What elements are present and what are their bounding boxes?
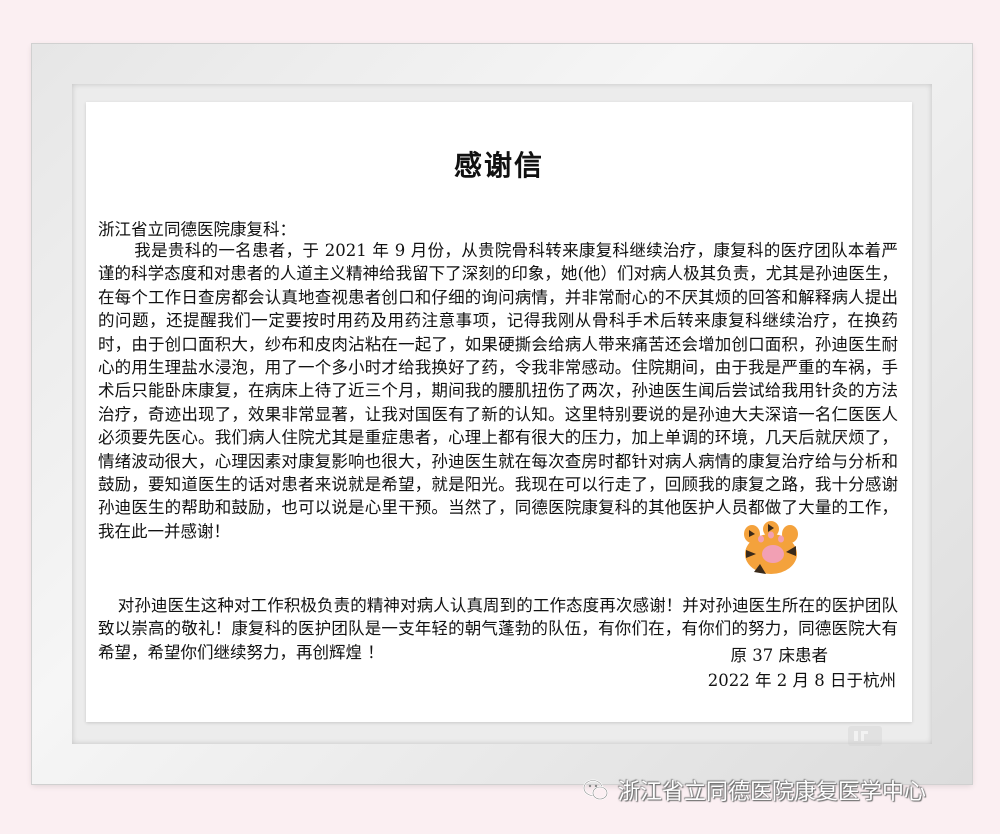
wechat-icon: [583, 779, 608, 800]
thank-you-letter: 感谢信 浙江省立同德医院康复科： 我是贵科的一名患者，于 2021 年 9 月份…: [86, 102, 912, 722]
letter-title: 感谢信: [453, 149, 544, 182]
tiger-paw-icon: [744, 521, 798, 574]
watermark-text: 浙江省立同德医院康复医学中心: [618, 780, 927, 805]
letter-date: 2022 年 2 月 8 日于杭州: [707, 671, 896, 690]
letter-body: 我是贵科的一名患者，于 2021 年 9 月份，从贵院骨科转来康复科继续治疗，康…: [98, 241, 898, 541]
faded-logo-icon: [848, 726, 882, 746]
watermark: 浙江省立同德医院康复医学中心: [582, 770, 926, 810]
letter-signature: 原 37 床患者: [730, 646, 829, 665]
letter-salutation: 浙江省立同德医院康复科：: [98, 220, 296, 239]
